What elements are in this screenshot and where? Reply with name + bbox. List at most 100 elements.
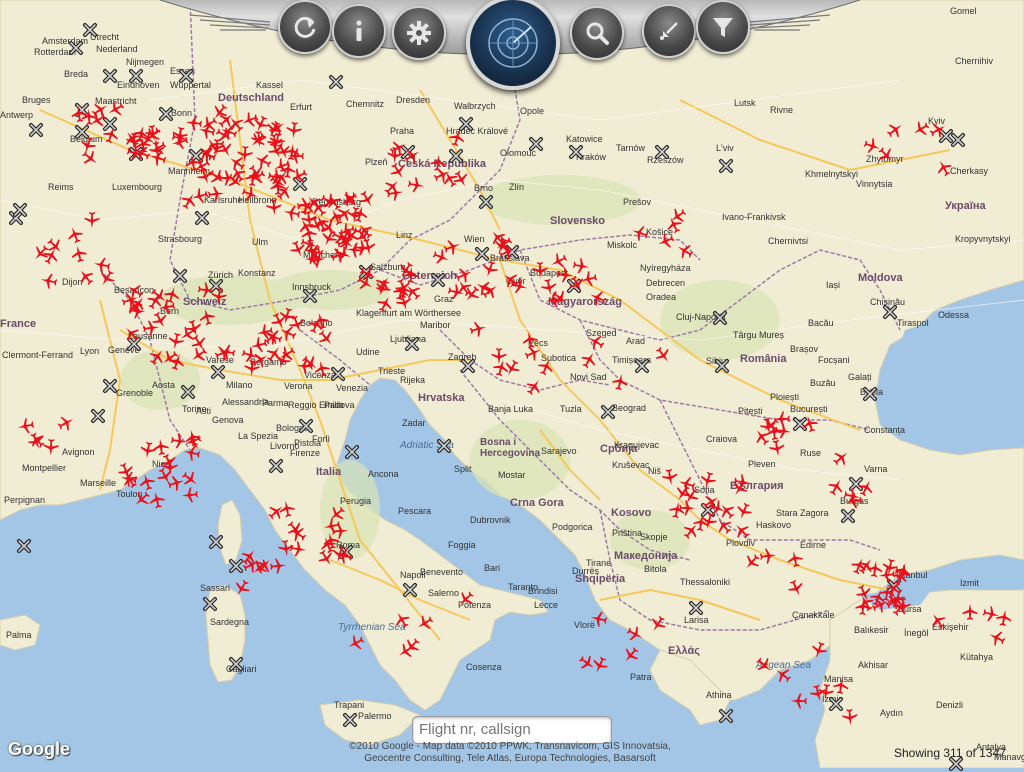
plane-marker[interactable]: [416, 614, 434, 632]
plane-marker[interactable]: [961, 603, 979, 621]
plane-marker[interactable]: [123, 130, 141, 148]
plane-marker[interactable]: [80, 108, 98, 126]
plane-marker[interactable]: [841, 708, 859, 726]
plane-marker[interactable]: [289, 240, 307, 258]
plane-marker[interactable]: [481, 260, 499, 278]
airport-marker[interactable]: [12, 202, 28, 218]
plane-marker[interactable]: [735, 502, 753, 520]
plane-marker[interactable]: [510, 277, 528, 295]
plane-marker[interactable]: [117, 462, 135, 480]
plane-marker[interactable]: [809, 684, 827, 702]
plane-marker[interactable]: [285, 121, 303, 139]
plane-marker[interactable]: [185, 319, 203, 337]
plane-marker[interactable]: [386, 146, 404, 164]
airport-marker[interactable]: [882, 304, 898, 320]
airport-marker[interactable]: [330, 366, 346, 382]
plane-marker[interactable]: [376, 295, 394, 313]
airport-marker[interactable]: [862, 386, 878, 402]
plane-marker[interactable]: [93, 256, 111, 274]
plane-marker[interactable]: [832, 449, 850, 467]
plane-marker[interactable]: [447, 283, 465, 301]
plane-marker[interactable]: [866, 560, 884, 578]
plane-marker[interactable]: [525, 378, 543, 396]
plane-marker[interactable]: [184, 432, 202, 450]
plane-marker[interactable]: [580, 351, 598, 369]
plane-marker[interactable]: [929, 121, 947, 139]
google-logo[interactable]: Google: [8, 739, 70, 760]
airport-marker[interactable]: [128, 68, 144, 84]
plane-marker[interactable]: [320, 192, 338, 210]
plane-marker[interactable]: [649, 615, 667, 633]
radar-button[interactable]: [466, 0, 560, 90]
plane-marker[interactable]: [389, 162, 407, 180]
settings-button[interactable]: [392, 6, 446, 60]
plane-marker[interactable]: [580, 270, 598, 288]
plane-marker[interactable]: [786, 550, 804, 568]
airport-marker[interactable]: [460, 358, 476, 374]
airport-marker[interactable]: [68, 40, 84, 56]
airport-marker[interactable]: [718, 708, 734, 724]
airport-marker[interactable]: [718, 158, 734, 174]
airport-marker[interactable]: [712, 310, 728, 326]
plane-marker[interactable]: [448, 129, 466, 147]
plane-marker[interactable]: [894, 597, 912, 615]
airport-marker[interactable]: [714, 358, 730, 374]
airport-marker[interactable]: [228, 656, 244, 672]
airport-marker[interactable]: [102, 378, 118, 394]
plane-marker[interactable]: [397, 261, 415, 279]
plane-marker[interactable]: [144, 126, 162, 144]
plane-marker[interactable]: [207, 185, 225, 203]
filter-button[interactable]: [696, 0, 750, 54]
airport-marker[interactable]: [90, 408, 106, 424]
plane-marker[interactable]: [168, 353, 186, 371]
plane-marker[interactable]: [631, 224, 649, 242]
plane-marker[interactable]: [300, 210, 318, 228]
plane-marker[interactable]: [340, 190, 358, 208]
airport-marker[interactable]: [328, 74, 344, 90]
airport-marker[interactable]: [202, 596, 218, 612]
plane-marker[interactable]: [138, 473, 156, 491]
plane-marker[interactable]: [773, 410, 791, 428]
plane-marker[interactable]: [469, 320, 487, 338]
airport-marker[interactable]: [950, 132, 966, 148]
plane-marker[interactable]: [810, 641, 828, 659]
plane-marker[interactable]: [347, 634, 365, 652]
plane-marker[interactable]: [540, 278, 558, 296]
plane-marker[interactable]: [265, 198, 283, 216]
airport-marker[interactable]: [194, 210, 210, 226]
plane-marker[interactable]: [654, 346, 672, 364]
plane-marker[interactable]: [708, 499, 726, 517]
plane-marker[interactable]: [265, 345, 283, 363]
plane-marker[interactable]: [241, 185, 259, 203]
plane-marker[interactable]: [481, 282, 499, 300]
plane-marker[interactable]: [273, 157, 291, 175]
plane-marker[interactable]: [313, 360, 331, 378]
plane-marker[interactable]: [217, 111, 235, 129]
plane-marker[interactable]: [743, 553, 761, 571]
plane-marker[interactable]: [240, 548, 258, 566]
plane-marker[interactable]: [208, 168, 226, 186]
plane-marker[interactable]: [139, 441, 157, 459]
airport-marker[interactable]: [102, 68, 118, 84]
plane-marker[interactable]: [248, 168, 266, 186]
airport-marker[interactable]: [208, 534, 224, 550]
plane-marker[interactable]: [521, 331, 539, 349]
airport-marker[interactable]: [298, 418, 314, 434]
plane-marker[interactable]: [277, 539, 295, 557]
airport-marker[interactable]: [302, 288, 318, 304]
plane-marker[interactable]: [312, 312, 330, 330]
airport-marker[interactable]: [840, 508, 856, 524]
plane-marker[interactable]: [443, 238, 461, 256]
plane-marker[interactable]: [988, 629, 1006, 647]
plane-marker[interactable]: [46, 237, 64, 255]
airport-marker[interactable]: [688, 600, 704, 616]
plane-marker[interactable]: [457, 590, 475, 608]
airport-marker[interactable]: [600, 404, 616, 420]
airport-marker[interactable]: [210, 364, 226, 380]
plane-marker[interactable]: [699, 471, 717, 489]
plane-marker[interactable]: [733, 473, 751, 491]
plane-marker[interactable]: [283, 204, 301, 222]
plane-marker[interactable]: [452, 170, 470, 188]
plane-marker[interactable]: [587, 333, 605, 351]
plane-marker[interactable]: [591, 656, 609, 674]
